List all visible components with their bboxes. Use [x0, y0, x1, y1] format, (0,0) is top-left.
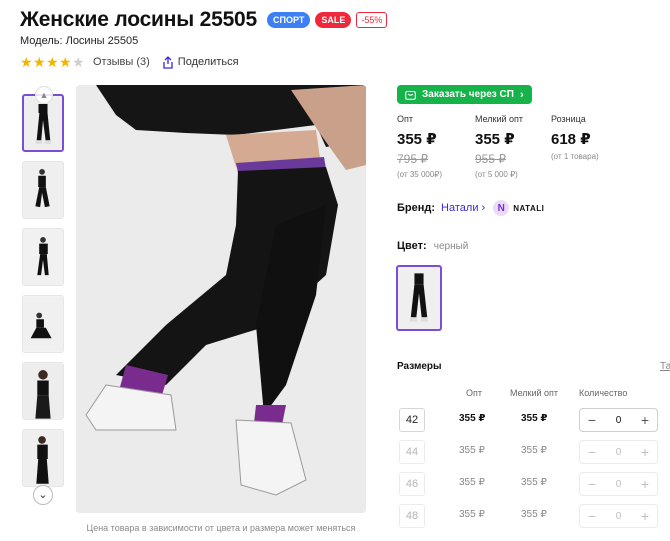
plus-button[interactable]: +: [633, 409, 657, 431]
product-title: Женские лосины 25505: [20, 8, 258, 31]
color-swatch-black[interactable]: [396, 265, 442, 331]
thumbnail[interactable]: [22, 429, 64, 487]
quantity-value[interactable]: 0: [604, 479, 633, 490]
plus-button[interactable]: +: [633, 441, 657, 463]
price-label: Опт: [397, 114, 413, 124]
price-label: Розница: [551, 114, 586, 124]
brand-logo-icon: N: [493, 200, 510, 216]
size-row: 48 355 ₽ 355 ₽ − 0 +: [397, 504, 670, 530]
order-via-sp-button[interactable]: Заказать через СП ›: [397, 85, 532, 104]
price-value: 355 ₽: [397, 131, 437, 148]
sizes-title: Размеры: [397, 361, 442, 372]
plus-button[interactable]: +: [633, 505, 657, 527]
thumbnail[interactable]: [22, 295, 64, 353]
size-option[interactable]: 44: [399, 440, 425, 464]
brand-label: Бренд:: [397, 202, 436, 214]
col-head-opt: Опт: [466, 388, 482, 398]
share-button[interactable]: Поделиться: [162, 55, 239, 69]
size-price-opt: 355 ₽: [459, 477, 485, 488]
chevron-down-icon: ⌄: [38, 489, 48, 501]
col-head-small-opt: Мелкий опт: [510, 388, 559, 398]
size-row: 42 355 ₽ 355 ₽ − 0 +: [397, 408, 670, 434]
color-row: Цвет: черный: [397, 240, 468, 252]
size-option[interactable]: 46: [399, 472, 425, 496]
minus-button[interactable]: −: [580, 473, 604, 495]
price-old: 795 ₽: [397, 152, 428, 166]
size-price-opt: 355 ₽: [459, 509, 485, 520]
star-icon: ★: [46, 54, 59, 70]
brand-logo-text: NATALI: [513, 203, 545, 213]
discount-badge: -55%: [356, 12, 388, 28]
reviews-link[interactable]: Отзывы (3): [93, 56, 150, 68]
price-small-opt: Мелкий опт 355 ₽ 955 ₽ (от 5 000 ₽): [475, 114, 523, 179]
thumbnail[interactable]: [22, 228, 64, 286]
size-price-opt: 355 ₽: [459, 413, 486, 424]
sport-badge: СПОРТ: [267, 12, 311, 28]
minus-button[interactable]: −: [580, 409, 604, 431]
quantity-stepper: − 0 +: [579, 440, 658, 464]
main-product-photo[interactable]: [76, 85, 366, 513]
brand-link[interactable]: Натали ›: [441, 202, 485, 214]
quantity-value[interactable]: 0: [604, 415, 633, 426]
star-icon: ★: [59, 54, 72, 70]
plus-button[interactable]: +: [633, 473, 657, 495]
cart-icon: [405, 90, 416, 100]
rating-stars: ★ ★ ★ ★ ★: [20, 55, 85, 69]
price-condition: (от 35 000₽): [397, 170, 443, 179]
chevron-right-icon: ›: [481, 202, 486, 214]
model-label: Модель: Лосины 25505: [20, 35, 139, 47]
size-price-small-opt: 355 ₽: [521, 445, 547, 456]
chevron-up-icon: ▲: [39, 90, 49, 100]
size-price-opt: 355 ₽: [459, 445, 485, 456]
star-icon: ★: [20, 54, 33, 70]
size-option[interactable]: 48: [399, 504, 425, 528]
quantity-value[interactable]: 0: [604, 511, 633, 522]
star-icon: ★: [72, 54, 85, 70]
order-button-label: Заказать через СП: [422, 89, 514, 100]
price-label: Мелкий опт: [475, 114, 524, 124]
price-condition: (от 5 000 ₽): [475, 170, 518, 179]
price-old: 955 ₽: [475, 152, 506, 166]
col-head-qty: Количество: [579, 388, 628, 398]
thumbnail[interactable]: [22, 362, 64, 420]
minus-button[interactable]: −: [580, 505, 604, 527]
sale-badge: SALE: [315, 12, 352, 28]
thumbnail[interactable]: [22, 161, 64, 219]
price-opt: Опт 355 ₽ 795 ₽ (от 35 000₽): [397, 114, 442, 179]
size-row: 46 355 ₽ 355 ₽ − 0 +: [397, 472, 670, 498]
price-value: 355 ₽: [475, 131, 515, 148]
minus-button[interactable]: −: [580, 441, 604, 463]
title-row: Женские лосины 25505 СПОРТ SALE -55%: [20, 8, 388, 32]
size-price-small-opt: 355 ₽: [521, 413, 548, 424]
size-price-small-opt: 355 ₽: [521, 509, 547, 520]
share-icon: [163, 55, 173, 69]
color-label: Цвет:: [397, 240, 427, 252]
price-condition: (от 1 товара): [551, 152, 599, 161]
brand-row: Бренд: Натали › N NATALI: [397, 200, 544, 216]
quantity-stepper: − 0 +: [579, 472, 658, 496]
photo-price-note: Цена товара в зависимости от цвета и раз…: [86, 523, 356, 533]
scroll-down-button[interactable]: ⌄: [33, 485, 53, 505]
share-label: Поделиться: [177, 56, 239, 68]
price-retail: Розница 618 ₽ (от 1 товара): [551, 114, 599, 161]
thumbnail-strip: [22, 94, 66, 496]
chevron-right-icon: ›: [519, 88, 524, 101]
quantity-stepper: − 0 +: [579, 408, 658, 432]
price-value: 618 ₽: [551, 131, 591, 148]
product-photo-image: [76, 85, 366, 513]
scroll-up-button[interactable]: ▲: [35, 86, 53, 104]
rating-row: ★ ★ ★ ★ ★ Отзывы (3) Поделиться: [20, 55, 239, 69]
size-table-link[interactable]: Та: [660, 361, 670, 372]
star-icon: ★: [33, 54, 46, 70]
size-option[interactable]: 42: [399, 408, 425, 432]
color-value: черный: [433, 241, 469, 252]
size-price-small-opt: 355 ₽: [521, 477, 547, 488]
quantity-value[interactable]: 0: [604, 447, 633, 458]
quantity-stepper: − 0 +: [579, 504, 658, 528]
size-row: 44 355 ₽ 355 ₽ − 0 +: [397, 440, 670, 466]
